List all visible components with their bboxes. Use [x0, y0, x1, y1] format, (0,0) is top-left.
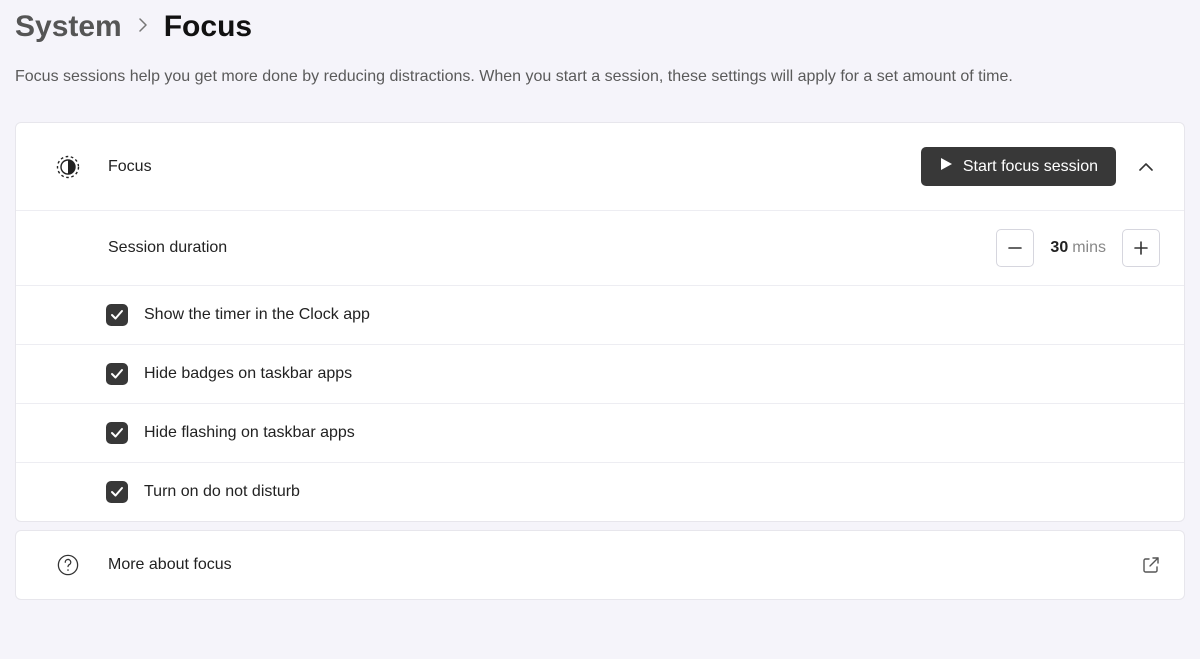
help-icon: [56, 553, 80, 577]
decrement-button[interactable]: [996, 229, 1034, 267]
focus-icon: [56, 155, 80, 179]
external-link-icon: [1142, 556, 1160, 574]
plus-icon: [1134, 241, 1148, 255]
minus-icon: [1008, 241, 1022, 255]
increment-button[interactable]: [1122, 229, 1160, 267]
chevron-up-icon: [1139, 162, 1153, 172]
duration-value: 30 mins: [1050, 239, 1106, 257]
more-about-focus-link[interactable]: More about focus: [16, 531, 1184, 599]
check-icon: [110, 485, 124, 499]
option-label: Show the timer in the Clock app: [144, 306, 1160, 324]
start-focus-button[interactable]: Start focus session: [921, 147, 1116, 186]
option-row-dnd: Turn on do not disturb: [16, 463, 1184, 521]
option-label: Hide flashing on taskbar apps: [144, 424, 1160, 442]
option-row-hide-flashing: Hide flashing on taskbar apps: [16, 404, 1184, 463]
session-duration-row: Session duration 30 mins: [16, 211, 1184, 286]
breadcrumb-parent[interactable]: System: [15, 10, 122, 44]
checkbox-dnd[interactable]: [106, 481, 128, 503]
checkbox-show-timer[interactable]: [106, 304, 128, 326]
play-icon: [939, 157, 953, 176]
check-icon: [110, 367, 124, 381]
focus-header-row: Focus Start focus session: [16, 123, 1184, 211]
collapse-toggle[interactable]: [1132, 153, 1160, 181]
duration-stepper: 30 mins: [996, 229, 1160, 267]
option-row-show-timer: Show the timer in the Clock app: [16, 286, 1184, 345]
session-duration-label: Session duration: [108, 239, 996, 257]
start-focus-label: Start focus session: [963, 158, 1098, 176]
focus-title: Focus: [108, 158, 921, 176]
chevron-right-icon: [138, 18, 148, 37]
option-label: Turn on do not disturb: [144, 483, 1160, 501]
checkbox-hide-flashing[interactable]: [106, 422, 128, 444]
more-label: More about focus: [108, 556, 1142, 574]
focus-card: Focus Start focus session Session durati…: [15, 122, 1185, 522]
check-icon: [110, 426, 124, 440]
option-row-hide-badges: Hide badges on taskbar apps: [16, 345, 1184, 404]
more-card: More about focus: [15, 530, 1185, 600]
option-label: Hide badges on taskbar apps: [144, 365, 1160, 383]
checkbox-hide-badges[interactable]: [106, 363, 128, 385]
breadcrumb: System Focus: [15, 10, 1185, 44]
breadcrumb-current: Focus: [164, 10, 252, 44]
page-description: Focus sessions help you get more done by…: [15, 66, 1185, 88]
check-icon: [110, 308, 124, 322]
